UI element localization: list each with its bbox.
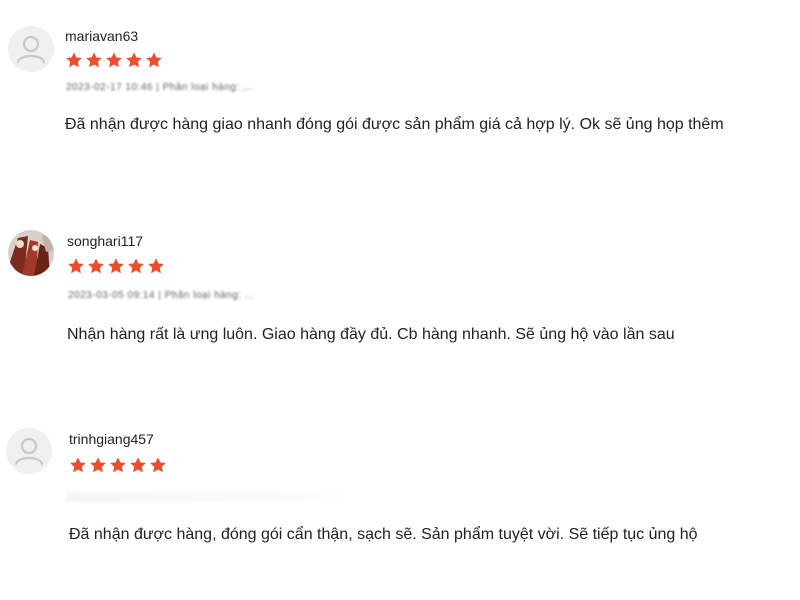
review-item: trinhgiang457 Đã nhận được hàng, đóng gó… [0,0,800,543]
star-rating [69,456,167,474]
star-icon [90,457,106,473]
star-icon [68,258,84,274]
review-comment: Đã nhận được hàng, đóng gói cẩn thận, sạ… [69,526,698,543]
username: songhari117 [67,233,144,249]
user-avatar[interactable] [8,230,54,276]
star-icon [70,457,86,473]
review-meta: 2023-03-05 09:14 | Phân loại hàng: ... [68,290,255,301]
star-icon [148,258,164,274]
username: trinhgiang457 [69,431,154,447]
star-icon [88,258,104,274]
default-user-icon [6,428,52,474]
star-icon [130,457,146,473]
review-meta-redacted [66,492,356,502]
review-comment: Nhận hàng rất là ưng luôn. Giao hàng đầy… [67,326,675,343]
star-icon [128,258,144,274]
star-icon [110,457,126,473]
star-rating [67,257,165,275]
star-icon [150,457,166,473]
profile-photo [8,230,54,276]
user-avatar[interactable] [6,428,52,474]
star-icon [108,258,124,274]
